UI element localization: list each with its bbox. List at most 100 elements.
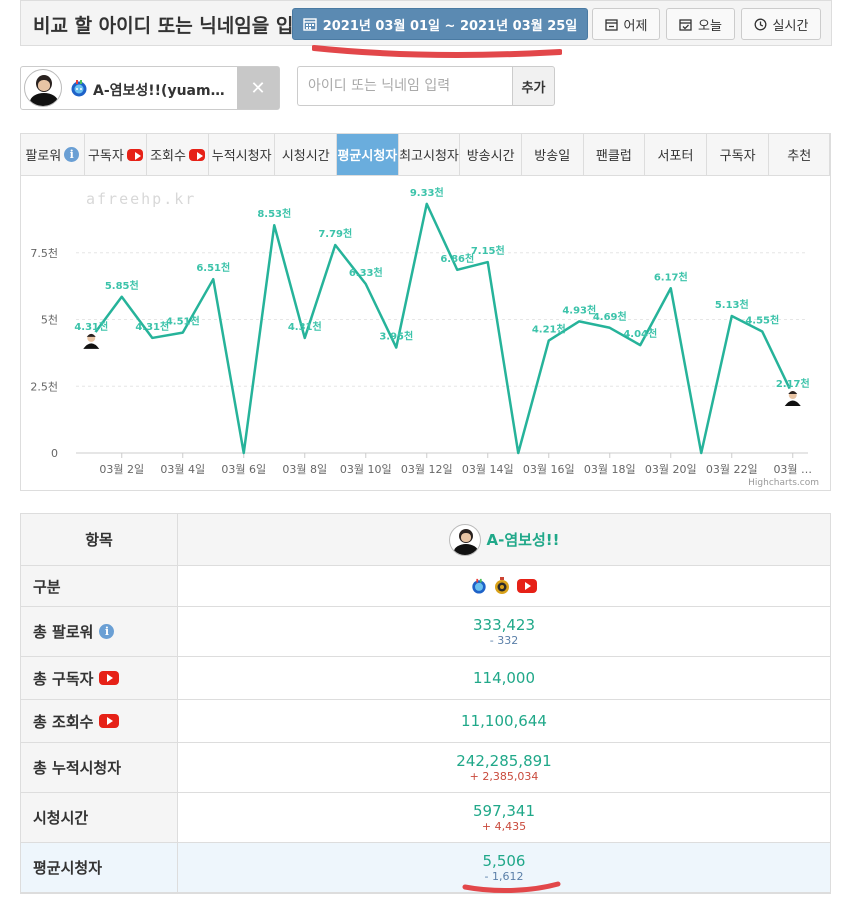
tab-label: 구독자 xyxy=(87,149,124,164)
tab-label: 누적시청자 xyxy=(211,149,272,164)
x-tick-label: 03월 20일 xyxy=(645,462,697,476)
afreecatv-icon xyxy=(71,80,87,97)
tab-label: 방송일 xyxy=(534,149,571,164)
yesterday-label: 어제 xyxy=(623,18,648,34)
realtime-button[interactable]: 실시간 xyxy=(741,8,821,40)
youtube-icon xyxy=(517,579,537,593)
youtube-icon xyxy=(99,671,120,685)
row-value: 597,341 xyxy=(472,802,536,820)
table-header-row: 항목 A-염보성!! xyxy=(21,514,830,566)
table-row: 평균시청자 5,506- 1,612 xyxy=(21,843,830,893)
row-change: + 4,435 xyxy=(481,820,527,833)
tab-label: 시청시간 xyxy=(281,149,330,164)
highcharts-credits: Highcharts.com xyxy=(748,478,819,488)
row-label-cell: 시청시간 xyxy=(21,793,178,842)
metric-tabs: 팔로워 i 구독자 조회수 누적시청자 시청시간 평균시청자 최고시청자 방송시간 방송일 팬클럽 서… xyxy=(21,134,831,176)
data-label: 3.95천 xyxy=(379,330,413,343)
row-label: 총 조회수 xyxy=(33,712,94,731)
date-range-label: 2021년 03월 01일 ~ 2021년 03월 25일 xyxy=(322,18,578,34)
data-label: 4.93천 xyxy=(562,303,596,316)
tab-9[interactable]: 팬클럽 xyxy=(584,134,646,175)
row-label-cell: 총 누적시청자 xyxy=(21,743,178,792)
tab-12[interactable]: 추천 xyxy=(769,134,831,175)
x-tick-label: 03월 16일 xyxy=(523,462,575,476)
youtube-icon xyxy=(126,148,143,161)
row-value-cell: 333,423- 332 xyxy=(178,607,830,656)
date-range-button[interactable]: 2021년 03월 01일 ~ 2021년 03월 25일 xyxy=(292,8,588,40)
row-value: 5,506 xyxy=(482,852,526,870)
tab-2[interactable]: 조회수 xyxy=(147,134,209,175)
x-tick-label: 03월 6일 xyxy=(221,462,266,476)
remove-streamer-button[interactable]: ✕ xyxy=(237,67,279,109)
x-tick-label: 03월 2일 xyxy=(99,462,144,476)
data-label: 4.51천 xyxy=(166,315,200,328)
table-row: 총 누적시청자 242,285,891 + 2,385,034 xyxy=(21,743,830,793)
tab-1[interactable]: 구독자 xyxy=(85,134,148,175)
average-viewers-chart: 0 2.5천 5천 7.5천 afreehp.kr 03월 2일 03월 4일 03월 6일 0… xyxy=(30,186,819,488)
row-value-cell: 11,100,644 xyxy=(178,700,830,742)
y-tick-label: 5천 xyxy=(41,313,58,327)
info-icon: i xyxy=(64,147,80,162)
add-button[interactable]: 추가 xyxy=(512,66,555,106)
selected-streamer-chip: A-염보성!!(yuam… ✕ xyxy=(20,66,280,110)
stats-table: 항목 A-염보성!! 구분총 팔로워 i 333,423- 332 총 구독자 114,… xyxy=(20,513,831,894)
data-label: 7.15천 xyxy=(471,244,505,257)
tab-label: 평균시청자 xyxy=(337,149,398,164)
row-label: 평균시청자 xyxy=(33,859,103,877)
afreecatv-icon xyxy=(472,578,486,594)
x-tick-label: 03월 10일 xyxy=(340,462,392,476)
point-avatar-marker xyxy=(82,330,101,349)
table-row: 총 팔로워 i 333,423- 332 xyxy=(21,607,830,657)
data-label: 4.69천 xyxy=(593,310,627,323)
medal-icon xyxy=(495,577,509,594)
row-value: 333,423 xyxy=(472,616,536,634)
tab-7[interactable]: 방송시간 xyxy=(460,134,522,175)
row-label-cell: 구분 xyxy=(21,566,178,606)
row-value-cell: 114,000 xyxy=(178,657,830,699)
data-label: 4.31천 xyxy=(288,320,322,333)
row-label: 총 팔로워 xyxy=(33,623,94,641)
column-header-streamer: A-염보성!! xyxy=(178,514,830,565)
tab-0[interactable]: 팔로워 i xyxy=(21,134,85,175)
today-button[interactable]: 오늘 xyxy=(666,8,735,40)
close-icon: ✕ xyxy=(250,77,266,99)
youtube-icon xyxy=(188,148,205,161)
row-value-cell: 242,285,891 + 2,385,034 xyxy=(178,743,830,792)
x-tick-label: 03월 8일 xyxy=(282,462,327,476)
realtime-label: 실시간 xyxy=(772,18,809,34)
red-marker-underline xyxy=(312,45,562,58)
row-label-cell: 총 팔로워 i xyxy=(21,607,178,656)
watermark: afreehp.kr xyxy=(86,190,196,208)
tab-label: 구독자 xyxy=(719,149,756,164)
tab-4[interactable]: 시청시간 xyxy=(275,134,338,175)
x-tick-label: 03월 22일 xyxy=(706,462,758,476)
column-header-item: 항목 xyxy=(21,514,178,565)
tab-3[interactable]: 누적시청자 xyxy=(209,134,276,175)
x-tick-label: 03월 18일 xyxy=(584,462,636,476)
data-label: 4.31천 xyxy=(135,320,169,333)
row-label-cell: 평균시청자 xyxy=(21,843,178,892)
tab-6[interactable]: 최고시청자 xyxy=(399,134,461,175)
row-change: + 2,385,034 xyxy=(469,770,539,783)
x-tick-label: 03월 … xyxy=(773,463,812,476)
y-tick-label: 7.5천 xyxy=(30,246,58,260)
yesterday-button[interactable]: 어제 xyxy=(592,8,660,40)
data-label: 5.13천 xyxy=(715,298,749,311)
tab-label: 최고시청자 xyxy=(399,149,459,164)
table-row: 총 조회수 11,100,644 xyxy=(21,700,830,743)
info-icon: i xyxy=(99,624,115,639)
x-tick-label: 03월 4일 xyxy=(160,462,205,476)
tab-8[interactable]: 방송일 xyxy=(522,134,584,175)
red-marker-underline xyxy=(462,881,561,894)
tab-label: 방송시간 xyxy=(466,149,515,164)
table-row: 총 구독자 114,000 xyxy=(21,657,830,700)
id-search-input[interactable] xyxy=(297,66,513,106)
row-label-cell: 총 구독자 xyxy=(21,657,178,699)
tab-11[interactable]: 구독자 xyxy=(707,134,770,175)
row-value: 11,100,644 xyxy=(461,712,547,730)
calendar-icon xyxy=(303,18,317,31)
tab-label: 조회수 xyxy=(150,149,186,164)
tab-5[interactable]: 평균시청자 xyxy=(337,134,399,175)
series-line xyxy=(90,202,794,455)
tab-10[interactable]: 서포터 xyxy=(645,134,707,175)
